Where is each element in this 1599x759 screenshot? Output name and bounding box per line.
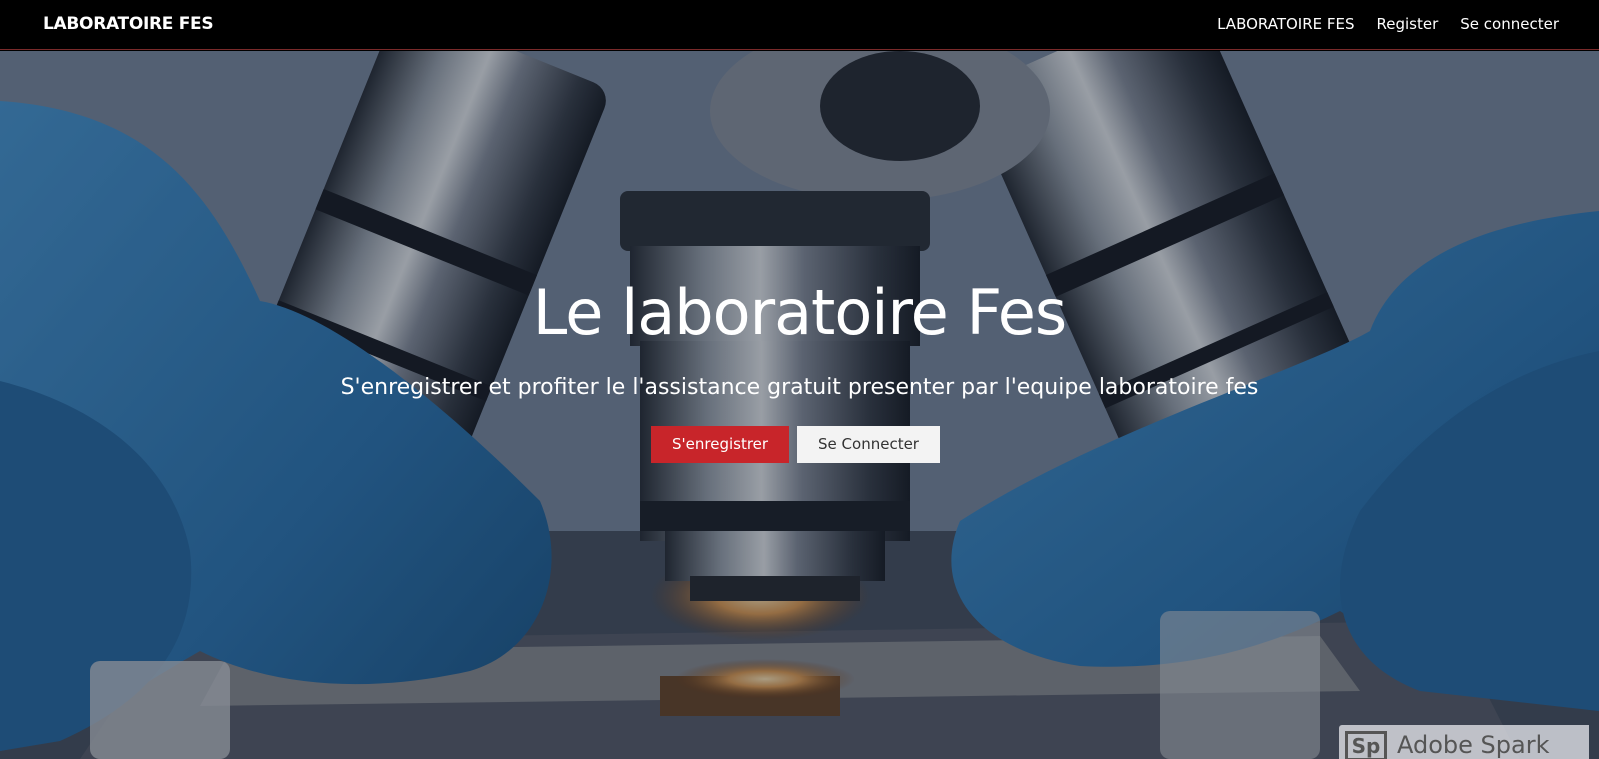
nav-link-laboratoire[interactable]: LABORATOIRE FES (1217, 15, 1354, 33)
login-button[interactable]: Se Connecter (797, 426, 940, 463)
page: LABORATOIRE FES LABORATOIRE FES Register… (0, 0, 1599, 759)
register-button[interactable]: S'enregistrer (651, 426, 789, 463)
hero-dark-overlay (0, 51, 1599, 759)
hero-title: Le laboratoire Fes (532, 276, 1067, 349)
hero-section: Le laboratoire Fes S'enregistrer et prof… (0, 51, 1599, 759)
nav-link-register[interactable]: Register (1377, 15, 1439, 33)
hero-buttons: S'enregistrer Se Connecter (651, 426, 940, 463)
hero-subtitle: S'enregistrer et profiter le l'assistanc… (340, 375, 1259, 400)
brand-logo[interactable]: LABORATOIRE FES (43, 14, 214, 34)
watermark-text: Adobe Spark (1397, 731, 1550, 759)
nav-link-se-connecter[interactable]: Se connecter (1460, 15, 1559, 33)
nav-links: LABORATOIRE FES Register Se connecter (1217, 15, 1559, 33)
adobe-spark-logo-icon: Sp (1345, 731, 1387, 759)
top-navbar: LABORATOIRE FES LABORATOIRE FES Register… (0, 0, 1599, 50)
adobe-spark-watermark: Sp Adobe Spark (1339, 725, 1589, 759)
